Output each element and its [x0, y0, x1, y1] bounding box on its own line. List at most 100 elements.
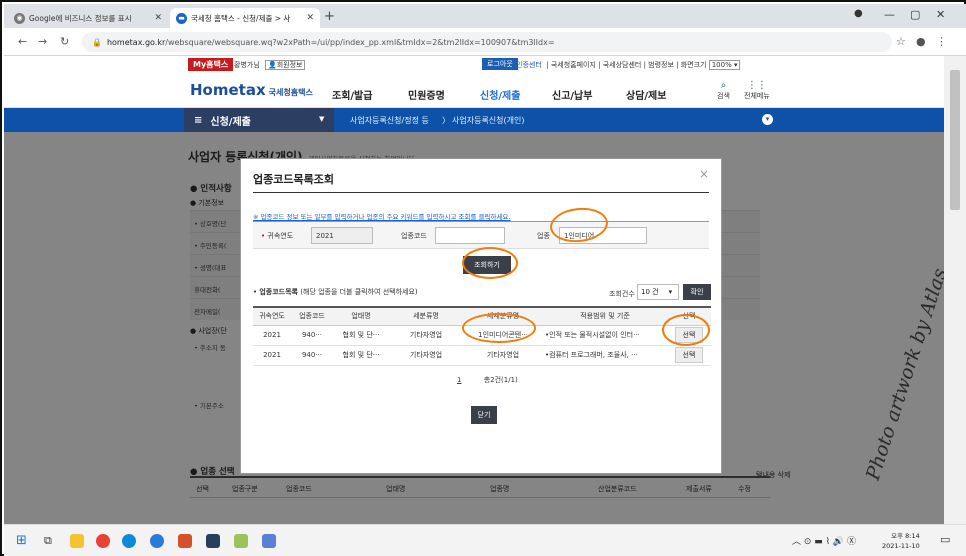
- confirm-button[interactable]: 확인: [683, 284, 711, 300]
- list-subtitle: (해당 업종을 더블 클릭하여 선택하세요): [300, 288, 418, 296]
- code-label: 업종코드: [401, 232, 427, 240]
- col-code: 업종코드: [291, 306, 333, 326]
- hometax-logo[interactable]: Hometax 국세청홈택스: [190, 81, 313, 99]
- logout-button[interactable]: 로그아웃: [482, 58, 518, 70]
- all-menu-label: 전체메뉴: [744, 92, 770, 100]
- page-size-select[interactable]: 10 건 ▾: [637, 284, 679, 300]
- maximize-icon[interactable]: ▢: [910, 8, 920, 21]
- cell-business: 협회 및 단···: [333, 345, 389, 366]
- menu-label: 신청/제출: [210, 116, 251, 128]
- industry-keyword-input[interactable]: [559, 227, 647, 244]
- browser-menu-icon[interactable]: ⋮: [936, 35, 947, 48]
- gnb-application[interactable]: 신청/제출: [480, 87, 520, 102]
- site-links[interactable]: 국세청홈페이지 | 국세상담센터 | 범령정보 | 화면크기: [551, 61, 707, 69]
- tab-label: 국세청 홈택스 - 신청/제출 > 사: [191, 13, 291, 23]
- list-title-text: 업종코드목록: [259, 288, 298, 296]
- taskbar-clock[interactable]: 오후 8:14 2021-11-10: [882, 531, 920, 551]
- utility-bar: My홈택스 황병가님 👤회원정보 로그아웃 인증센터 | 국세청홈페이지 | 국…: [4, 56, 944, 74]
- browser-tab-hometax[interactable]: ▬ 국세청 홈택스 - 신청/제출 > 사 ✕: [170, 8, 320, 28]
- app-icon[interactable]: [262, 534, 276, 548]
- paint-icon[interactable]: [234, 534, 248, 548]
- industry-code-modal: 업종코드목록조회 × ※ 업종코드 정보 또는 일부를 입력하거나 업종의 주요…: [240, 158, 722, 474]
- search-button[interactable]: 조회하기: [463, 256, 511, 274]
- cell-subcategory: 기타자영업: [389, 345, 463, 366]
- industry-label: 업종: [537, 232, 550, 240]
- chrome-taskbar-icon[interactable]: [96, 534, 110, 548]
- col-select: 선택: [667, 306, 711, 326]
- col-year: 귀속연도: [253, 306, 291, 326]
- edge-icon[interactable]: [122, 534, 136, 548]
- minimize-icon[interactable]: —: [884, 8, 895, 21]
- cell-detail-category: 기타자영업: [463, 345, 543, 366]
- close-tab-icon[interactable]: ✕: [306, 13, 314, 23]
- gnb-consult[interactable]: 상담/제보: [626, 87, 666, 102]
- bookmark-star-icon[interactable]: ☆: [896, 35, 906, 48]
- app-icon[interactable]: [206, 534, 220, 548]
- browser-tab-google[interactable]: ◉ Google에 비즈니스 정보를 표시 ✕: [8, 8, 168, 28]
- pagination: 1 총2건(1/1): [457, 375, 518, 385]
- table-row[interactable]: 2021 940··· 협회 및 단··· 기타자영업 1인미디어콘텐··· •…: [253, 325, 711, 346]
- cell-year: 2021: [253, 325, 291, 346]
- forward-icon[interactable]: →: [38, 35, 47, 48]
- gnb-search-button[interactable]: ⌕ 검색: [717, 80, 730, 101]
- scrollbar-thumb[interactable]: [950, 70, 960, 210]
- modal-close-icon[interactable]: ×: [699, 167, 709, 181]
- col-scope: 적용범위 및 기준: [543, 306, 667, 326]
- gnb-report-payment[interactable]: 신고/납부: [552, 87, 592, 102]
- chevron-down-circle-icon[interactable]: ▾: [762, 114, 773, 125]
- page-link[interactable]: 1: [457, 376, 461, 384]
- task-view-icon[interactable]: ⧉: [44, 534, 52, 548]
- file-explorer-icon[interactable]: [70, 534, 84, 548]
- search-icon: ⌕: [720, 80, 727, 91]
- page-scrollbar[interactable]: [944, 56, 966, 524]
- year-field[interactable]: [311, 227, 373, 244]
- menu-dropdown[interactable]: ≡ 신청/제출: [184, 108, 334, 132]
- notification-icon[interactable]: ▭: [940, 533, 950, 546]
- new-tab-button[interactable]: +: [324, 9, 335, 24]
- app-icon[interactable]: [150, 534, 164, 548]
- member-info-label: 회원정보: [276, 61, 303, 69]
- list-title: • 업종코드목록 (해당 업종을 더블 클릭하여 선택하세요): [253, 288, 418, 296]
- windows-start-icon[interactable]: ⊞: [16, 533, 27, 548]
- cert-center-link[interactable]: 인증센터: [516, 61, 542, 69]
- chrome-icon: ◉: [14, 12, 25, 24]
- table-header-row: 귀속연도 업종코드 업태명 세분류명 세세분류명 적용범위 및 기준 선택: [253, 306, 711, 326]
- back-icon[interactable]: ←: [18, 35, 27, 48]
- table-row[interactable]: 2021 940··· 협회 및 단··· 기타자영업 기타자영업 •컴퓨터 프…: [253, 345, 711, 366]
- caret-down-icon: ▼: [319, 115, 325, 123]
- modal-divider: [253, 192, 709, 193]
- breadcrumb-2[interactable]: 사업자등록신청(개인): [452, 115, 524, 126]
- my-hometax-button[interactable]: My홈택스: [188, 58, 234, 71]
- windows-taskbar: ⊞ ⧉ ︿ ⊙ ▬ ⌇ 🔊 Ⓧ 오후 8:14 2021-11-10 ▭: [4, 524, 966, 556]
- close-button[interactable]: 닫기: [471, 406, 497, 424]
- select-button[interactable]: 선택: [674, 327, 704, 343]
- system-tray-icons[interactable]: ︿ ⊙ ▬ ⌇ 🔊 Ⓧ: [792, 534, 856, 547]
- year-label-text: 귀속연도: [267, 232, 294, 240]
- breadcrumb-1[interactable]: 사업자등록신청/정정 등: [350, 115, 429, 126]
- url-field[interactable]: 🔒 hometax.go.kr /websquare/websquare.wq?…: [82, 32, 892, 52]
- gnb-certificate[interactable]: 민원증명: [408, 87, 445, 102]
- member-info-button[interactable]: 👤회원정보: [265, 60, 306, 70]
- cell-select: 선택: [667, 345, 711, 366]
- col-subcategory: 세분류명: [389, 306, 463, 326]
- col-detail-category: 세세분류명: [463, 306, 543, 326]
- count-label: 조회건수: [609, 290, 635, 298]
- select-button[interactable]: 선택: [674, 347, 704, 363]
- url-host: hometax.go.kr: [106, 37, 166, 47]
- reload-icon[interactable]: ↻: [60, 35, 69, 48]
- close-tab-icon[interactable]: ✕: [154, 13, 162, 23]
- profile-avatar-icon[interactable]: ●: [916, 35, 926, 48]
- modal-title: 업종코드목록조회: [253, 173, 334, 186]
- tab-label: Google에 비즈니스 정보를 표시: [29, 13, 132, 23]
- zoom-select[interactable]: 100% ▾: [708, 60, 741, 70]
- zoom-value: 100%: [711, 61, 732, 69]
- industry-code-table: 귀속연도 업종코드 업태명 세분류명 세세분류명 적용범위 및 기준 선택 20…: [253, 306, 711, 366]
- industry-code-input[interactable]: [435, 227, 505, 244]
- gnb-all-menu-button[interactable]: ⋮⋮ 전체메뉴: [744, 80, 770, 101]
- grid-menu-icon: ⋮⋮: [746, 80, 767, 91]
- app-icon[interactable]: [178, 534, 192, 548]
- profile-dot-icon[interactable]: ●: [854, 8, 863, 19]
- gnb-inquiry[interactable]: 조회/발급: [332, 87, 372, 102]
- window-close-icon[interactable]: ✕: [936, 8, 945, 21]
- cell-business: 협회 및 단···: [333, 325, 389, 346]
